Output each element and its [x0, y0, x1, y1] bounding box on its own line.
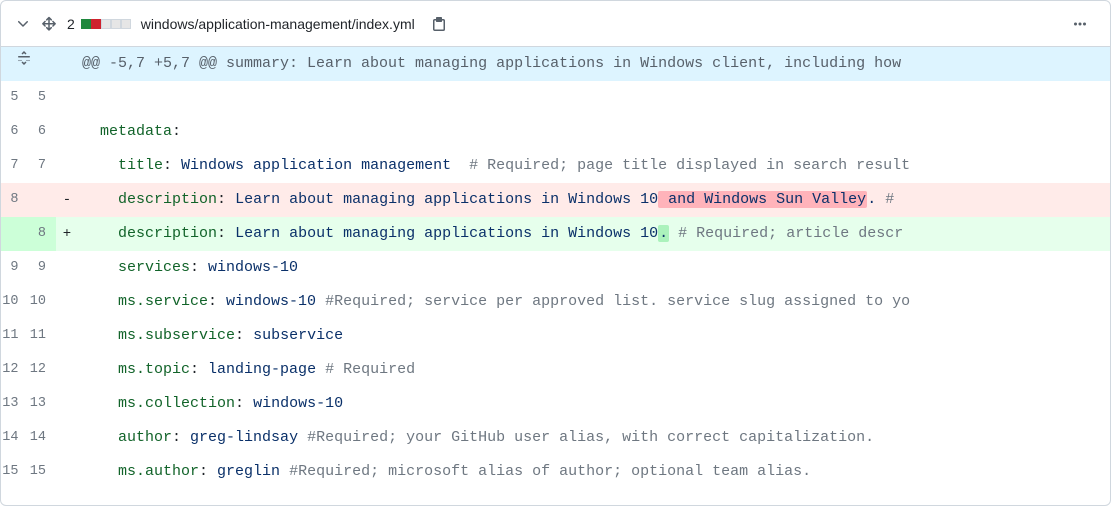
code-content [78, 81, 1110, 115]
file-header: 2 windows/application-management/index.y… [1, 1, 1110, 47]
hunk-header-row: @@ -5,7 +5,7 @@ summary: Learn about man… [1, 47, 1110, 81]
old-line-number[interactable]: 8 [1, 183, 29, 217]
new-line-number[interactable]: 14 [29, 421, 57, 455]
code-content: description: Learn about managing applic… [78, 217, 1110, 251]
diff-marker [56, 149, 78, 183]
code-content: ms.subservice: subservice [78, 319, 1110, 353]
diff-marker [56, 285, 78, 319]
diff-line-ctx: 1111 ms.subservice: subservice [1, 319, 1110, 353]
diff-marker [56, 319, 78, 353]
diff-line-ctx: 1212 ms.topic: landing-page # Required [1, 353, 1110, 387]
move-icon [41, 16, 57, 32]
diff-marker [56, 387, 78, 421]
diff-file-container: 2 windows/application-management/index.y… [0, 0, 1111, 506]
diff-line-ctx: 66 metadata: [1, 115, 1110, 149]
code-content: title: Windows application management # … [78, 149, 1110, 183]
chevron-down-icon [15, 16, 31, 32]
collapse-toggle[interactable] [13, 14, 33, 34]
code-content: ms.topic: landing-page # Required [78, 353, 1110, 387]
kebab-icon [1072, 16, 1088, 32]
old-line-number[interactable]: 6 [1, 115, 29, 149]
code-content: metadata: [78, 115, 1110, 149]
hunk-header-text: @@ -5,7 +5,7 @@ summary: Learn about man… [78, 47, 1110, 81]
diff-marker [56, 455, 78, 489]
diff-marker [56, 115, 78, 149]
diff-line-ctx: 1010 ms.service: windows-10 #Required; s… [1, 285, 1110, 319]
diff-line-add: 8+ description: Learn about managing app… [1, 217, 1110, 251]
diff-line-ctx: 55 [1, 81, 1110, 115]
diff-line-ctx: 1515 ms.author: greglin #Required; micro… [1, 455, 1110, 489]
new-line-number[interactable]: 7 [29, 149, 57, 183]
diff-line-del: 8- description: Learn about managing app… [1, 183, 1110, 217]
diff-line-ctx: 1414 author: greg-lindsay #Required; you… [1, 421, 1110, 455]
unfold-icon [16, 50, 32, 66]
old-line-number[interactable]: 12 [1, 353, 29, 387]
old-line-number[interactable]: 5 [1, 81, 29, 115]
code-content: description: Learn about managing applic… [78, 183, 1110, 217]
diff-marker: - [56, 183, 78, 217]
diff-marker: + [56, 217, 78, 251]
old-line-number[interactable] [1, 217, 29, 251]
diff-stat-squares [81, 19, 131, 29]
old-line-number[interactable]: 9 [1, 251, 29, 285]
old-line-number[interactable]: 15 [1, 455, 29, 489]
change-count: 2 [67, 16, 75, 32]
new-line-number[interactable] [29, 183, 57, 217]
diff-square-deleted [91, 19, 101, 29]
diff-line-ctx: 1313 ms.collection: windows-10 [1, 387, 1110, 421]
new-line-number[interactable]: 5 [29, 81, 57, 115]
new-line-number[interactable]: 15 [29, 455, 57, 489]
code-content: ms.service: windows-10 #Required; servic… [78, 285, 1110, 319]
diff-marker [56, 81, 78, 115]
new-line-number[interactable]: 11 [29, 319, 57, 353]
diff-marker [56, 353, 78, 387]
old-line-number[interactable]: 7 [1, 149, 29, 183]
diff-square-neutral [101, 19, 111, 29]
new-line-number[interactable]: 13 [29, 387, 57, 421]
code-content: ms.author: greglin #Required; microsoft … [78, 455, 1110, 489]
diff-table: @@ -5,7 +5,7 @@ summary: Learn about man… [1, 47, 1110, 489]
new-line-number[interactable]: 6 [29, 115, 57, 149]
diff-square-added [81, 19, 91, 29]
code-content: ms.collection: windows-10 [78, 387, 1110, 421]
diff-square-neutral [111, 19, 121, 29]
diff-marker [56, 251, 78, 285]
file-path[interactable]: windows/application-management/index.yml [141, 16, 415, 32]
diff-line-ctx: 99 services: windows-10 [1, 251, 1110, 285]
clipboard-icon [431, 16, 447, 32]
new-line-number[interactable]: 8 [29, 217, 57, 251]
diff-marker [56, 421, 78, 455]
new-line-number[interactable]: 9 [29, 251, 57, 285]
copy-path-button[interactable] [425, 10, 453, 38]
old-line-number[interactable]: 11 [1, 319, 29, 353]
diff-square-neutral [121, 19, 131, 29]
expand-hunk[interactable] [1, 47, 56, 81]
new-line-number[interactable]: 12 [29, 353, 57, 387]
code-content: author: greg-lindsay #Required; your Git… [78, 421, 1110, 455]
code-content: services: windows-10 [78, 251, 1110, 285]
diff-line-ctx: 77 title: Windows application management… [1, 149, 1110, 183]
old-line-number[interactable]: 14 [1, 421, 29, 455]
new-line-number[interactable]: 10 [29, 285, 57, 319]
file-actions-menu[interactable] [1066, 10, 1094, 38]
old-line-number[interactable]: 13 [1, 387, 29, 421]
drag-handle[interactable] [37, 12, 61, 36]
hunk-marker [56, 47, 78, 81]
old-line-number[interactable]: 10 [1, 285, 29, 319]
